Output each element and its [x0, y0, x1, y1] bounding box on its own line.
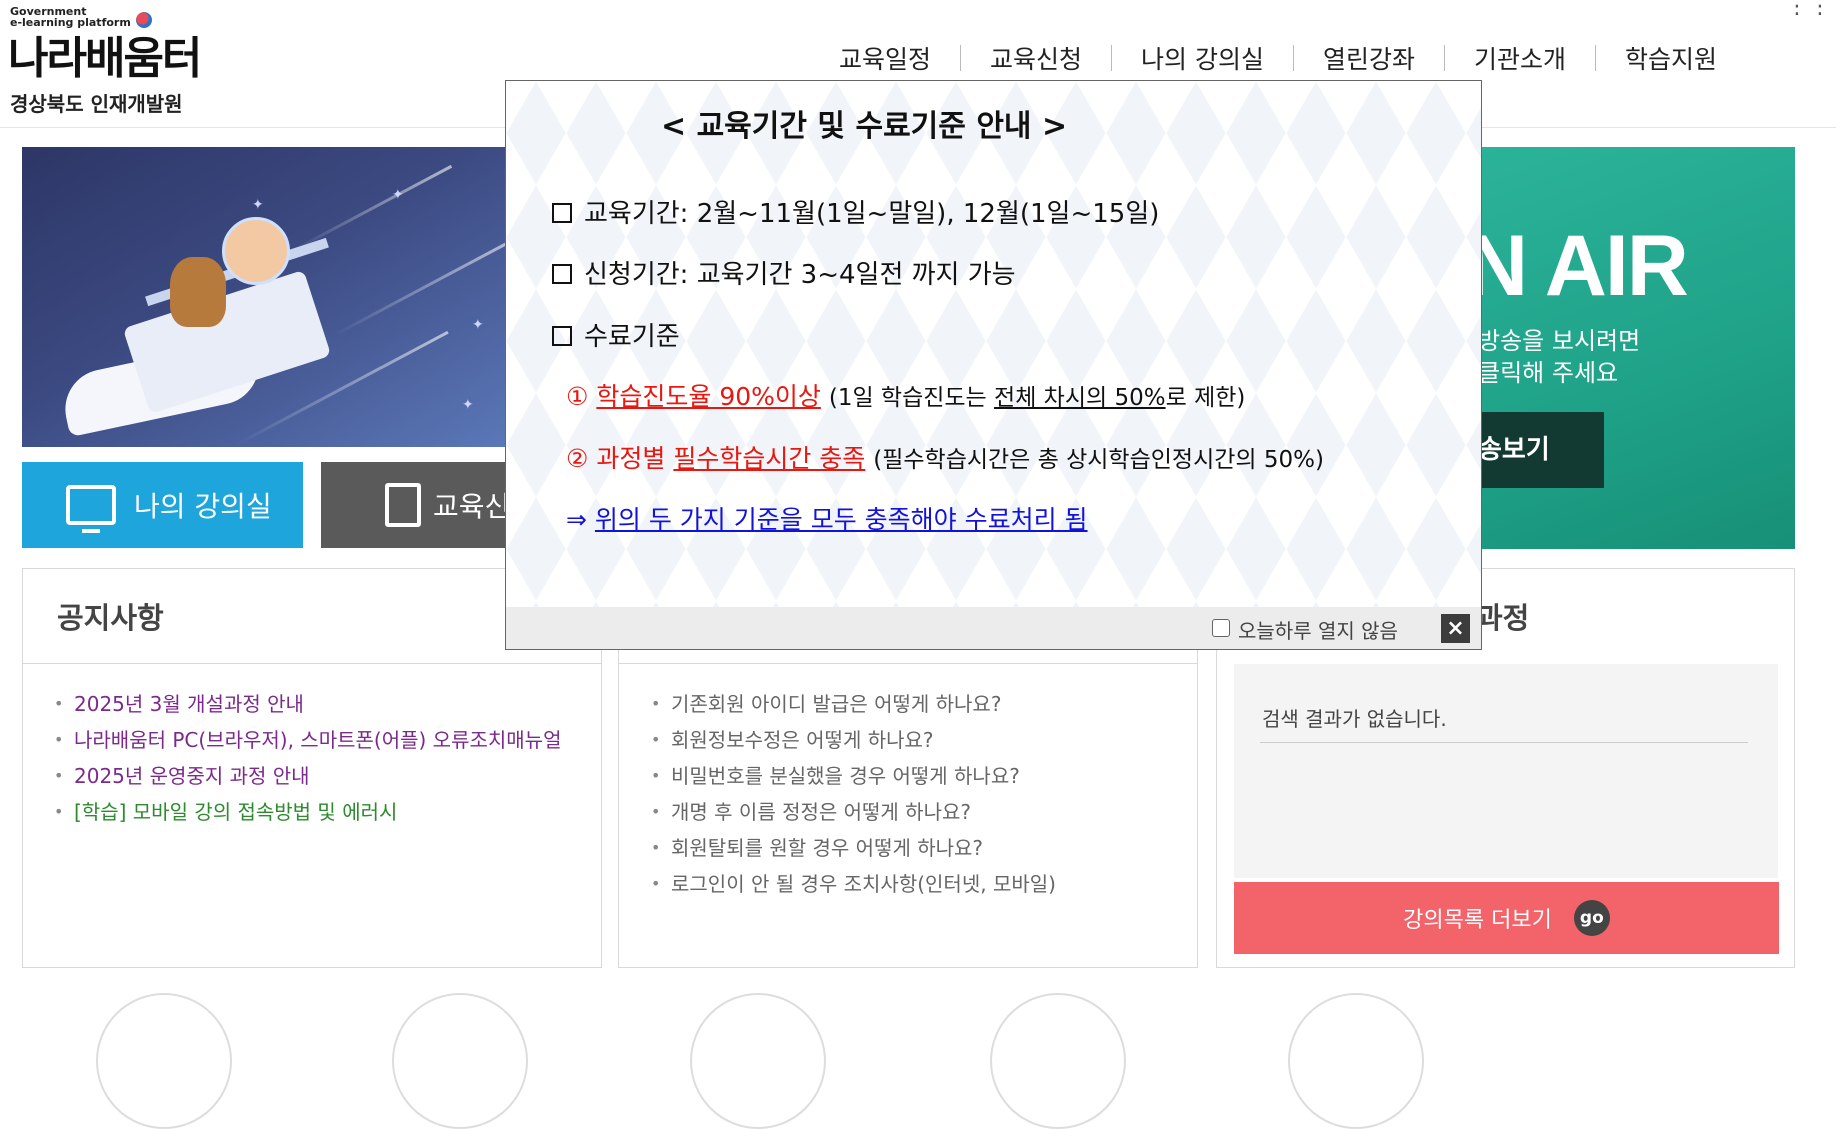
main-nav: 교육일정 교육신청 나의 강의실 열린강좌 기관소개 학습지원 [810, 40, 1746, 76]
onair-banner[interactable]: N AIR 방송을 보시려면 클릭해 주세요 송보기 [1478, 147, 1795, 549]
nav-item-myclass[interactable]: 나의 강의실 [1112, 40, 1293, 76]
criterion-note: (1일 학습진도는 [828, 385, 995, 411]
onair-title: N AIR [1478, 218, 1689, 314]
square-bullet-icon [552, 326, 572, 346]
star-icon: ✦ [462, 397, 474, 413]
criterion-note: (필수학습시간은 총 상시학습인정시간의 50%) [873, 447, 1324, 473]
faq-list: 기존회원 아이디 발급은 어떻게 하나요? 회원정보수정은 어떻게 하나요? 비… [651, 686, 1181, 902]
apply-button-label: 교육신 [433, 490, 511, 523]
notice-item[interactable]: [학습] 모바일 강의 접속방법 및 에러시 [54, 794, 574, 830]
quick-menu-circle[interactable] [990, 993, 1126, 1129]
course-divider [1260, 742, 1748, 743]
nav-item-apply[interactable]: 교육신청 [961, 40, 1111, 76]
criterion-note: 로 제한) [1165, 385, 1246, 411]
nav-item-schedule[interactable]: 교육일정 [810, 40, 960, 76]
popup-line-text: 수료기준 [584, 322, 680, 352]
course-empty-text: 검색 결과가 없습니다. [1262, 707, 1447, 731]
go-badge-icon: go [1573, 900, 1610, 936]
onair-sub-line1: 방송을 보시려면 [1478, 327, 1641, 355]
hero-banner-illustration[interactable]: ✦ ✦ ✦ ✦ [22, 147, 512, 447]
popup-title: < 교육기간 및 수료기준 안내 > [661, 109, 1068, 144]
otter-character [170, 257, 226, 327]
star-icon: ✦ [472, 317, 484, 333]
notice-item[interactable]: 2025년 3월 개설과정 안내 [54, 686, 574, 722]
logo[interactable]: 나라배움터 [8, 22, 202, 86]
notice-item[interactable]: 2025년 운영중지 과정 안내 [54, 758, 574, 794]
criterion-main-underlined: 필수학습시간 충족 [673, 444, 866, 473]
close-icon[interactable]: × [1441, 614, 1470, 643]
nav-item-about[interactable]: 기관소개 [1445, 40, 1595, 76]
quick-menu-circle[interactable] [96, 993, 232, 1129]
org-name: 경상북도 인재개발원 [10, 92, 183, 116]
onair-subtext: 방송을 보시려면 클릭해 주세요 [1478, 325, 1640, 389]
popup-criterion-2: ② 과정별 필수학습시간 충족 (필수학습시간은 총 상시학습인정시간의 50%… [566, 439, 1324, 475]
criterion-main: 과정별 [596, 444, 674, 473]
popup-line-text: 신청기간: 교육기간 3~4일전 까지 가능 [584, 260, 1016, 290]
astronaut-kid-character [222, 217, 290, 285]
notice-popup: < 교육기간 및 수료기준 안내 > 교육기간: 2월~11월(1일~말일), … [505, 80, 1482, 650]
notice-item[interactable]: 나라배움터 PC(브라우저), 스마트폰(어플) 오류조치매뉴얼 [54, 722, 574, 758]
criterion-summary-text: 위의 두 가지 기준을 모두 충족해야 수료처리 됨 [594, 505, 1088, 534]
clipboard-edit-icon [385, 483, 421, 527]
faq-item[interactable]: 회원정보수정은 어떻게 하나요? [651, 722, 1181, 758]
popup-line-apply: 신청기간: 교육기간 3~4일전 까지 가능 [552, 254, 1016, 291]
myclass-button[interactable]: 나의 강의실 [22, 462, 303, 548]
course-more-button[interactable]: 강의목록 더보기 go [1234, 882, 1779, 954]
onair-watch-button[interactable]: 송보기 [1478, 412, 1604, 488]
notice-title[interactable]: 공지사항 [57, 595, 164, 637]
monitor-icon [66, 485, 116, 533]
quick-menu-circle[interactable] [690, 993, 826, 1129]
quick-menu-circle[interactable] [392, 993, 528, 1129]
streak-decoration [291, 164, 453, 253]
criterion-number: ② [566, 444, 589, 473]
notice-list: 2025년 3월 개설과정 안내 나라배움터 PC(브라우저), 스마트폰(어플… [54, 686, 574, 830]
quick-menu-circle[interactable] [1288, 993, 1424, 1129]
faq-item[interactable]: 기존회원 아이디 발급은 어떻게 하나요? [651, 686, 1181, 722]
popup-criterion-summary: ⇒ 위의 두 가지 기준을 모두 충족해야 수료처리 됨 [566, 500, 1088, 536]
popup-body: < 교육기간 및 수료기준 안내 > 교육기간: 2월~11월(1일~말일), … [506, 81, 1481, 607]
nav-item-open-course[interactable]: 열린강좌 [1294, 40, 1444, 76]
popup-line-text: 교육기간: 2월~11월(1일~말일), 12월(1일~15일) [584, 199, 1160, 229]
streak-decoration [333, 240, 511, 337]
popup-criterion-1: ① 학습진도율 90%이상 (1일 학습진도는 전체 차시의 50%로 제한) [566, 377, 1245, 413]
course-more-label: 강의목록 더보기 [1403, 908, 1552, 933]
faq-item[interactable]: 개명 후 이름 정정은 어떻게 하나요? [651, 794, 1181, 830]
dont-show-today-label[interactable]: 오늘하루 열지 않음 [1238, 615, 1398, 644]
popup-footer: 오늘하루 열지 않음 × [506, 607, 1481, 649]
criterion-main: 학습진도율 90%이상 [596, 382, 821, 411]
course-search-result-box [1234, 664, 1778, 878]
onair-sub-line2: 클릭해 주세요 [1478, 359, 1619, 387]
criterion-number: ① [566, 382, 589, 411]
grid-dots-icon[interactable]: ⋮⋮⋮ [1786, 0, 1836, 18]
star-icon: ✦ [252, 197, 264, 213]
criterion-note-underlined: 전체 차시의 50% [994, 385, 1166, 411]
dont-show-today-checkbox[interactable] [1212, 619, 1230, 637]
nav-item-support[interactable]: 학습지원 [1596, 40, 1746, 76]
faq-item[interactable]: 회원탈퇴를 원할 경우 어떻게 하나요? [651, 830, 1181, 866]
popup-line-period: 교육기간: 2월~11월(1일~말일), 12월(1일~15일) [552, 193, 1159, 230]
logo-mark-icon [136, 12, 152, 28]
arrow-icon: ⇒ [566, 505, 587, 534]
square-bullet-icon [552, 264, 572, 284]
star-icon: ✦ [392, 187, 404, 203]
myclass-button-label: 나의 강의실 [134, 490, 272, 523]
popup-line-criteria: 수료기준 [552, 316, 680, 353]
faq-item[interactable]: 로그인이 안 될 경우 조치사항(인터넷, 모바일) [651, 866, 1181, 902]
course-title[interactable]: 과정 [1476, 595, 1529, 637]
faq-item[interactable]: 비밀번호를 분실했을 경우 어떻게 하나요? [651, 758, 1181, 794]
apply-button[interactable]: 교육신 [321, 462, 521, 548]
square-bullet-icon [552, 203, 572, 223]
